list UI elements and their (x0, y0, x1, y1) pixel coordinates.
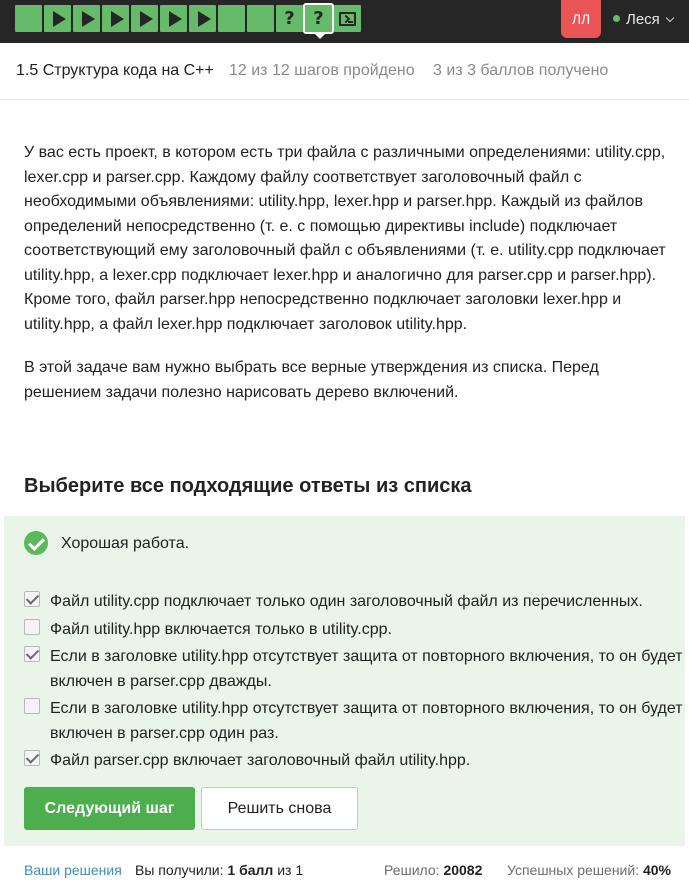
play-icon (81, 10, 95, 27)
next-step-button[interactable]: Следующий шаг (24, 787, 195, 830)
task-instruction: В этой задаче вам нужно выбрать все верн… (24, 359, 599, 401)
play-icon (139, 10, 153, 27)
lesson-header: 1.5 Структура кода на C++ 12 из 12 шагов… (0, 43, 689, 100)
steps-progress: 12 из 12 шагов пройдено (229, 62, 415, 79)
lesson-title[interactable]: 1.5 Структура кода на C++ (16, 62, 214, 80)
top-bar: ?? ЛЛ Леся (0, 0, 689, 43)
solved-label: Решило: (384, 862, 444, 878)
chevron-down-icon[interactable] (665, 13, 675, 23)
step-8-button[interactable] (218, 5, 245, 32)
points-suffix: из 1 (273, 862, 304, 878)
points-value: 1 балл (227, 862, 274, 878)
step-4-button[interactable] (102, 5, 129, 32)
step-9-button[interactable] (247, 5, 274, 32)
step-12-button[interactable] (334, 5, 361, 32)
play-icon (168, 10, 182, 27)
play-icon (52, 10, 66, 27)
online-status-icon (613, 15, 620, 22)
option-checkbox[interactable] (24, 591, 40, 607)
feedback-message: Хорошая работа. (61, 535, 190, 552)
step-11-button[interactable]: ? (303, 3, 334, 34)
solved-count: Решило: 20082 (384, 862, 482, 878)
retry-button[interactable]: Решить снова (201, 787, 358, 830)
check-circle-icon (24, 531, 48, 555)
step-6-button[interactable] (160, 5, 187, 32)
solved-value: 20082 (443, 862, 483, 878)
step-1-button[interactable] (15, 5, 42, 32)
option-checkbox[interactable] (24, 646, 40, 662)
option-label: Если в заголовке utility.hpp отсутствует… (50, 700, 683, 742)
step-7-button[interactable] (189, 5, 216, 32)
play-icon (197, 10, 211, 27)
question-icon: ? (313, 7, 324, 29)
success-value: 40% (642, 862, 672, 878)
task-description: У вас есть проект, в котором есть три фа… (24, 144, 666, 333)
option-checkbox[interactable] (24, 619, 40, 635)
avatar[interactable]: ЛЛ (561, 0, 601, 38)
success-label: Успешных решений: (507, 862, 643, 878)
step-10-button[interactable]: ? (276, 5, 303, 32)
current-step-pointer (313, 32, 327, 39)
step-3-button[interactable] (73, 5, 100, 32)
step-5-button[interactable] (131, 5, 158, 32)
option-label: Если в заголовке utility.hpp отсутствует… (50, 648, 683, 690)
question-icon: ? (284, 7, 295, 29)
option-label: Файл utility.cpp подключает только один … (50, 593, 643, 610)
option-checkbox[interactable] (24, 750, 40, 766)
play-icon (110, 10, 124, 27)
option-label: Файл utility.hpp включается только в uti… (50, 621, 392, 638)
score-progress: 3 из 3 баллов получено (433, 62, 609, 79)
points-label: Вы получили: (135, 862, 228, 878)
option-checkbox[interactable] (24, 698, 40, 714)
terminal-icon (339, 11, 356, 26)
option-label: Файл parser.cpp включает заголовочный фа… (50, 752, 471, 769)
question-title: Выберите все подходящие ответы из списка (24, 475, 472, 497)
step-2-button[interactable] (44, 5, 71, 32)
your-solutions-link[interactable]: Ваши решения (24, 862, 122, 878)
submission-stats: Ваши решения Вы получили: 1 балл из 1 Ре… (0, 858, 689, 886)
success-rate: Успешных решений: 40% (507, 862, 671, 878)
points-received: Вы получили: 1 балл из 1 (135, 862, 303, 878)
step-navigation: ?? (15, 3, 363, 34)
user-menu[interactable]: Леся (626, 11, 660, 28)
